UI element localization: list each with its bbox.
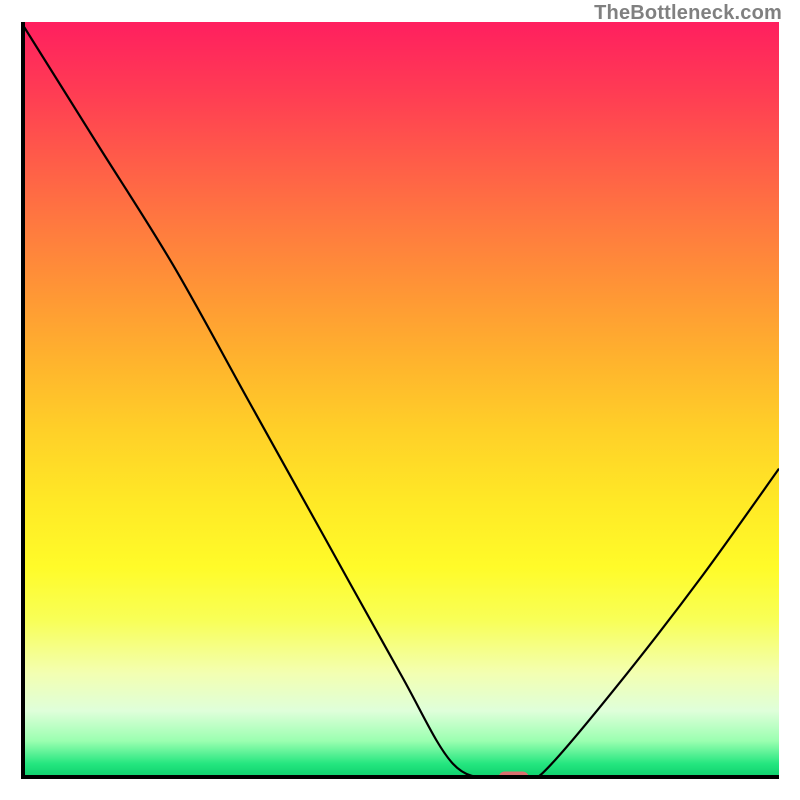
plot-background-gradient — [21, 22, 779, 779]
chart-frame: TheBottleneck.com — [0, 0, 800, 800]
watermark-text: TheBottleneck.com — [594, 2, 782, 25]
